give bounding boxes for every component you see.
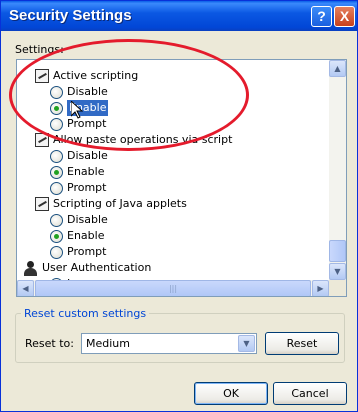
- script-setting-icon: [35, 197, 49, 211]
- tree-item-label: Active scripting: [53, 69, 139, 82]
- scroll-thumb[interactable]: [329, 240, 346, 262]
- close-button[interactable]: X: [334, 6, 355, 27]
- tree-option-radio[interactable]: Prompt: [50, 116, 106, 132]
- title-bar[interactable]: Security Settings ? X: [1, 1, 357, 31]
- tree-option-radio[interactable]: Enable: [50, 164, 104, 180]
- scroll-left-button[interactable]: ◀: [17, 280, 34, 296]
- tree-item-label: Prompt: [67, 181, 107, 194]
- scroll-down-button[interactable]: ▼: [329, 263, 346, 280]
- reset-level-value: Medium: [86, 337, 130, 350]
- tree-item-label: Prompt: [67, 245, 107, 258]
- horizontal-scroll-thumb[interactable]: |||: [35, 280, 311, 296]
- horizontal-scrollbar[interactable]: ◀ ||| ▶: [17, 280, 329, 296]
- scroll-up-button[interactable]: ▲: [329, 60, 346, 77]
- tree-category[interactable]: Scripting of Java applets: [35, 196, 187, 212]
- tree-item-label: Scripting of Java applets: [53, 197, 187, 210]
- help-button[interactable]: ?: [311, 6, 332, 27]
- tree-option-radio[interactable]: Prompt: [50, 180, 106, 196]
- settings-label: Settings:: [15, 43, 64, 56]
- radio-button-icon[interactable]: [50, 149, 63, 163]
- tree-item-label: Enable: [67, 229, 105, 242]
- user-auth-icon: [23, 260, 38, 276]
- tree-option-radio[interactable]: Disable: [50, 212, 108, 228]
- reset-to-label: Reset to:: [25, 337, 74, 350]
- radio-button-icon[interactable]: [50, 85, 63, 99]
- reset-group-title: Reset custom settings: [21, 307, 150, 320]
- radio-button-icon[interactable]: [50, 165, 63, 179]
- script-setting-icon: [35, 133, 49, 147]
- ok-button[interactable]: OK: [194, 382, 268, 405]
- radio-button-icon[interactable]: [50, 213, 63, 227]
- window-title: Security Settings: [9, 7, 132, 24]
- settings-tree-content: Active scripting Disable Enable Prompt Allow…: [17, 60, 329, 291]
- radio-button-icon[interactable]: [50, 181, 63, 195]
- chevron-down-icon[interactable]: ▼: [238, 335, 255, 352]
- tree-item-label: Prompt: [67, 117, 107, 130]
- tree-item-label: Disable: [67, 85, 108, 98]
- reset-level-dropdown[interactable]: Medium ▼: [81, 333, 257, 354]
- tree-item-label: Allow paste operations via script: [53, 133, 233, 146]
- tree-option-radio[interactable]: Enable: [50, 228, 104, 244]
- tree-item-label: Disable: [67, 149, 108, 162]
- tree-category[interactable]: Allow paste operations via script: [35, 132, 232, 148]
- security-settings-dialog: Security Settings ? X Settings: Active s…: [0, 0, 358, 412]
- radio-button-icon[interactable]: [50, 245, 63, 259]
- tree-item-label: Enable: [67, 165, 105, 178]
- tree-option-radio[interactable]: Disable: [50, 148, 108, 164]
- scrollbar-corner: [329, 280, 346, 296]
- tree-option-radio[interactable]: Prompt: [50, 244, 106, 260]
- tree-option-radio[interactable]: Disable: [50, 84, 108, 100]
- scroll-right-button[interactable]: ▶: [312, 280, 329, 296]
- cancel-button[interactable]: Cancel: [273, 382, 347, 405]
- radio-button-icon[interactable]: [50, 229, 63, 243]
- tree-category[interactable]: Active scripting: [35, 68, 138, 84]
- tree-category[interactable]: User Authentication: [23, 260, 151, 276]
- script-setting-icon: [35, 69, 49, 83]
- tree-item-label: Enable: [67, 100, 109, 116]
- tree-option-radio[interactable]: Enable: [50, 100, 109, 116]
- tree-item-label: Disable: [67, 213, 108, 226]
- tree-item-label: User Authentication: [42, 261, 152, 274]
- radio-button-icon[interactable]: [50, 101, 63, 115]
- radio-button-icon[interactable]: [50, 117, 63, 131]
- settings-tree[interactable]: Active scripting Disable Enable Prompt Allow…: [16, 59, 347, 297]
- reset-button[interactable]: Reset: [265, 332, 339, 355]
- vertical-scrollbar[interactable]: ▲ ▼: [329, 60, 346, 280]
